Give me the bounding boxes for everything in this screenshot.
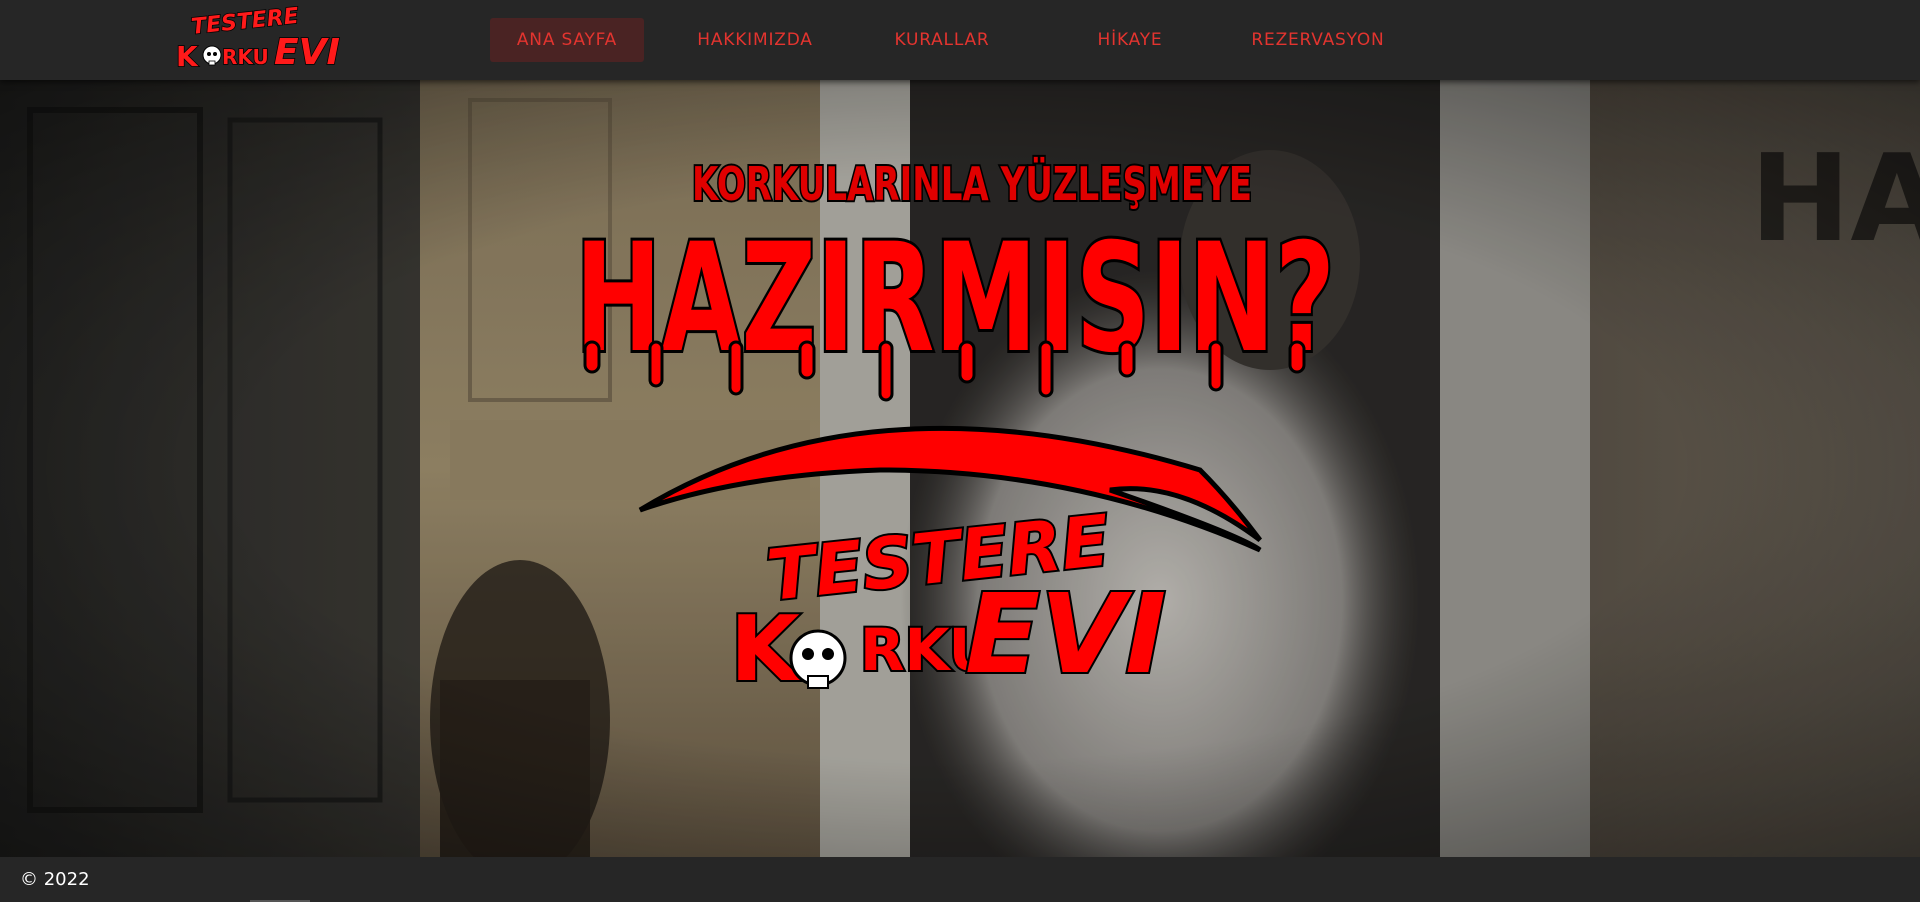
nav-item-reservation[interactable]: REZERVASYON [1232,18,1404,62]
svg-text:EVI: EVI [965,570,1166,698]
svg-text:K: K [176,40,199,72]
copyright-text: © 2022 [20,869,90,890]
nav-item-rules[interactable]: KURALLAR [866,18,1018,62]
svg-text:RKU: RKU [222,45,269,69]
nav-item-story[interactable]: HİKAYE [1055,18,1205,62]
skull-icon [202,45,222,66]
site-logo[interactable]: TESTERE K RKU EVI [172,6,342,72]
hero-tagline: KORKULARINLA YÜZLEŞMEYE [692,157,1252,211]
hero-overlay: KORKULARINLA YÜZLEŞMEYE HAZIRMISIN? TEST… [572,155,1338,704]
footer: © 2022 [0,857,1920,902]
nav-item-about[interactable]: HAKKIMIZDA [675,18,835,62]
navbar: TESTERE K RKU EVI ANA SAYFA HAKKIMIZDA K… [0,0,1920,80]
nav-item-home[interactable]: ANA SAYFA [490,18,644,62]
hero-banner: HA KORKULARINLA YÜZLEŞMEYE HAZIRMISIN? T… [0,80,1920,857]
svg-text:EVI: EVI [274,32,340,72]
